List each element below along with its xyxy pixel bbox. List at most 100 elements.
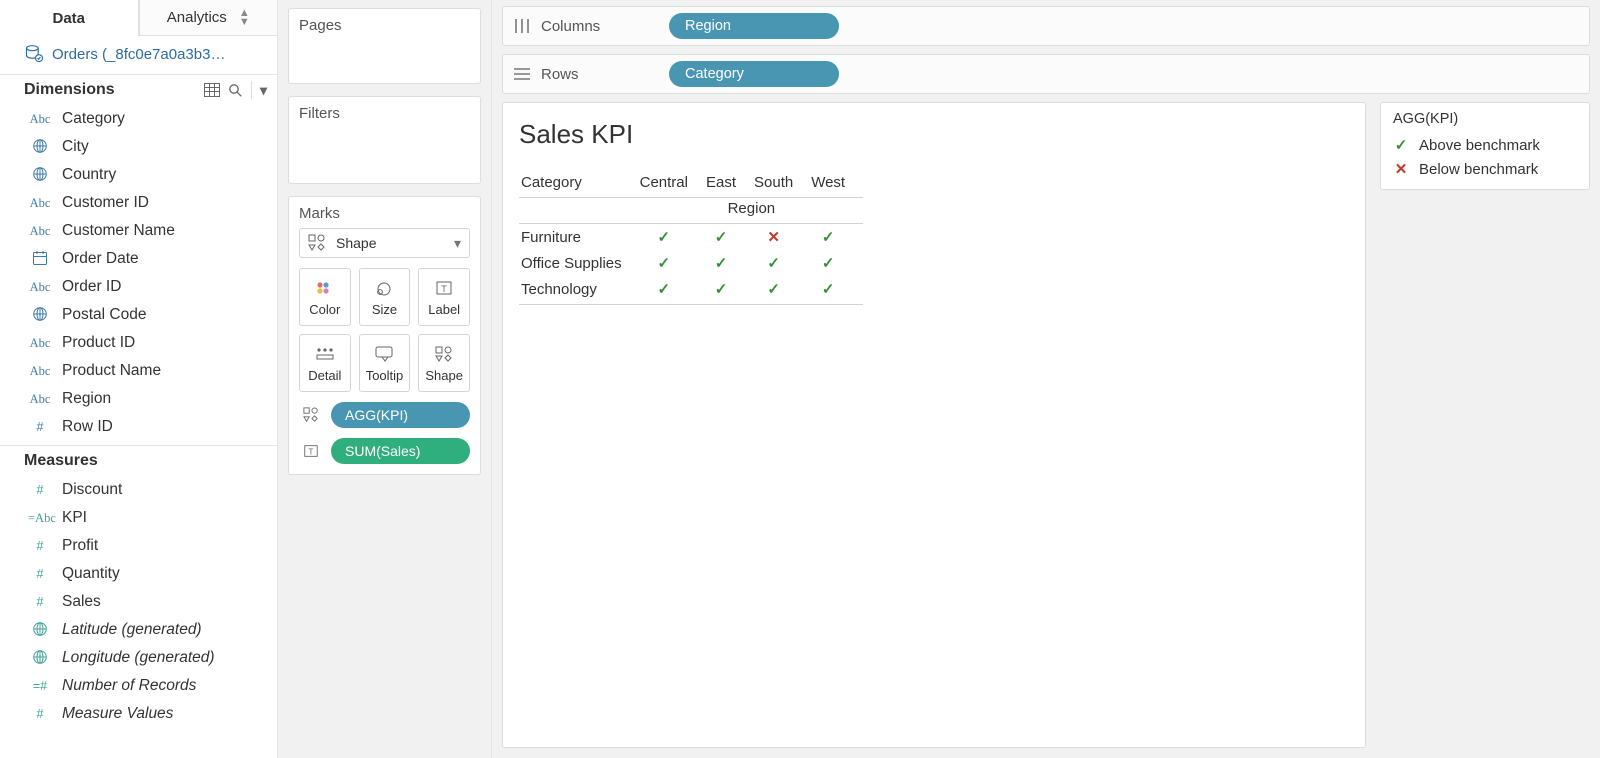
row-label[interactable]: Office Supplies bbox=[519, 250, 640, 276]
tooltip-icon bbox=[374, 344, 394, 364]
encoding-label-icon: T bbox=[299, 440, 323, 462]
marks-card: Marks Shape ▾ bbox=[288, 196, 481, 475]
mark-type-dropdown[interactable]: Shape ▾ bbox=[299, 228, 470, 258]
field-order-date[interactable]: Order Date bbox=[0, 245, 277, 273]
field-longitude-generated-[interactable]: Longitude (generated) bbox=[0, 644, 277, 672]
marks-shape-button[interactable]: Shape bbox=[418, 334, 470, 392]
legend-item-above[interactable]: ✓ Above benchmark bbox=[1391, 133, 1579, 157]
tab-analytics[interactable]: Analytics ▲▼ bbox=[139, 0, 278, 36]
kpi-mark[interactable]: ✓ bbox=[706, 250, 754, 276]
field-category[interactable]: AbcCategory bbox=[0, 105, 277, 133]
pill-sum-sales[interactable]: SUM(Sales) bbox=[331, 438, 470, 464]
mark-encoding-shape[interactable]: AGG(KPI) bbox=[299, 402, 470, 428]
marks-size-button[interactable]: Size bbox=[359, 268, 411, 326]
columns-pill-region[interactable]: Region bbox=[669, 13, 839, 39]
kpi-mark[interactable]: ✓ bbox=[640, 276, 706, 305]
field-label: Longitude (generated) bbox=[62, 649, 215, 667]
kpi-mark[interactable]: ✓ bbox=[811, 250, 863, 276]
data-pane: Data Analytics ▲▼ Orders (_8fc0e7a0a3b3…… bbox=[0, 0, 278, 758]
viz-title[interactable]: Sales KPI bbox=[519, 119, 1349, 150]
field-label: Quantity bbox=[62, 565, 120, 583]
datasource-row[interactable]: Orders (_8fc0e7a0a3b3… bbox=[0, 36, 277, 74]
marks-label-button[interactable]: T Label bbox=[418, 268, 470, 326]
marks-tooltip-button[interactable]: Tooltip bbox=[359, 334, 411, 392]
data-pane-tabs: Data Analytics ▲▼ bbox=[0, 0, 277, 36]
filters-card[interactable]: Filters bbox=[288, 96, 481, 184]
legend-item-below[interactable]: ✕ Below benchmark bbox=[1391, 157, 1579, 181]
field-label: Order Date bbox=[62, 250, 139, 268]
field-profit[interactable]: #Profit bbox=[0, 532, 277, 560]
check-icon: ✓ bbox=[658, 229, 671, 246]
kpi-mark[interactable]: ✓ bbox=[754, 276, 811, 305]
dimensions-header: Dimensions ▾ bbox=[0, 74, 277, 103]
viz-canvas[interactable]: Sales KPI RegionCategoryCentralEastSouth… bbox=[502, 102, 1366, 748]
cards-column: Pages Filters Marks Shape ▾ bbox=[278, 0, 492, 758]
row-label[interactable]: Technology bbox=[519, 276, 640, 305]
encoding-shape-icon bbox=[299, 404, 323, 426]
mark-encoding-label[interactable]: T SUM(Sales) bbox=[299, 438, 470, 464]
field-quantity[interactable]: #Quantity bbox=[0, 560, 277, 588]
shape-cell-icon bbox=[435, 344, 453, 364]
marks-detail-button[interactable]: Detail bbox=[299, 334, 351, 392]
field-sales[interactable]: #Sales bbox=[0, 588, 277, 616]
abc-icon: Abc bbox=[28, 196, 52, 211]
field-label: Customer ID bbox=[62, 194, 149, 212]
field-product-name[interactable]: AbcProduct Name bbox=[0, 357, 277, 385]
rows-shelf[interactable]: Rows Category bbox=[502, 54, 1590, 94]
field-kpi[interactable]: =AbcKPI bbox=[0, 504, 277, 532]
field-measure-values[interactable]: #Measure Values bbox=[0, 700, 277, 728]
field-label: Customer Name bbox=[62, 222, 175, 240]
field-region[interactable]: AbcRegion bbox=[0, 385, 277, 413]
tab-data[interactable]: Data bbox=[0, 0, 139, 36]
measures-header: Measures bbox=[0, 445, 277, 474]
search-fields-icon[interactable] bbox=[228, 83, 243, 98]
marks-card-title: Marks bbox=[299, 205, 470, 222]
measures-title: Measures bbox=[24, 452, 98, 470]
field-row-id[interactable]: #Row ID bbox=[0, 413, 277, 441]
kpi-mark[interactable]: ✓ bbox=[640, 224, 706, 251]
pill-agg-kpi[interactable]: AGG(KPI) bbox=[331, 402, 470, 428]
col-header-south[interactable]: South bbox=[754, 168, 811, 198]
row-label[interactable]: Furniture bbox=[519, 224, 640, 251]
field-latitude-generated-[interactable]: Latitude (generated) bbox=[0, 616, 277, 644]
kpi-mark[interactable]: ✓ bbox=[811, 224, 863, 251]
kpi-mark[interactable]: ✓ bbox=[706, 276, 754, 305]
field-customer-id[interactable]: Abc Customer ID bbox=[0, 189, 277, 217]
detail-icon bbox=[315, 344, 335, 364]
field-label: Row ID bbox=[62, 418, 113, 436]
legend-above-label: Above benchmark bbox=[1419, 137, 1540, 154]
field-city[interactable]: City bbox=[0, 133, 277, 161]
field-label: KPI bbox=[62, 509, 87, 527]
fields-menu-icon[interactable]: ▾ bbox=[260, 82, 267, 99]
columns-shelf[interactable]: Columns Region bbox=[502, 6, 1590, 46]
table-row: Furniture✓✓✕✓ bbox=[519, 224, 863, 251]
col-header-east[interactable]: East bbox=[706, 168, 754, 198]
rows-pill-category[interactable]: Category bbox=[669, 61, 839, 87]
kpi-mark[interactable]: ✓ bbox=[706, 224, 754, 251]
field-discount[interactable]: #Discount bbox=[0, 476, 277, 504]
field-product-id[interactable]: AbcProduct ID bbox=[0, 329, 277, 357]
shape-legend[interactable]: AGG(KPI) ✓ Above benchmark ✕ Below bench… bbox=[1380, 102, 1590, 190]
kpi-mark[interactable]: ✓ bbox=[811, 276, 863, 305]
pages-card[interactable]: Pages bbox=[288, 8, 481, 84]
rows-pill-label: Category bbox=[685, 66, 744, 82]
globe-icon bbox=[28, 621, 52, 640]
field-postal-code[interactable]: Postal Code bbox=[0, 301, 277, 329]
kpi-mark[interactable]: ✓ bbox=[754, 250, 811, 276]
col-header-west[interactable]: West bbox=[811, 168, 863, 198]
check-icon: ✓ bbox=[822, 281, 835, 298]
col-header-central[interactable]: Central bbox=[640, 168, 706, 198]
kpi-mark[interactable]: ✓ bbox=[640, 250, 706, 276]
field-customer-name[interactable]: AbcCustomer Name bbox=[0, 217, 277, 245]
field-order-id[interactable]: AbcOrder ID bbox=[0, 273, 277, 301]
field-number-of-records[interactable]: =#Number of Records bbox=[0, 672, 277, 700]
view-as-table-icon[interactable] bbox=[204, 83, 220, 97]
marks-color-button[interactable]: Color bbox=[299, 268, 351, 326]
filters-card-title: Filters bbox=[299, 105, 470, 122]
field-country[interactable]: Country bbox=[0, 161, 277, 189]
marks-color-label: Color bbox=[309, 302, 340, 317]
marks-detail-label: Detail bbox=[308, 368, 341, 383]
kpi-mark[interactable]: ✕ bbox=[754, 224, 811, 251]
table-row: Office Supplies✓✓✓✓ bbox=[519, 250, 863, 276]
check-icon: ✓ bbox=[767, 255, 780, 272]
